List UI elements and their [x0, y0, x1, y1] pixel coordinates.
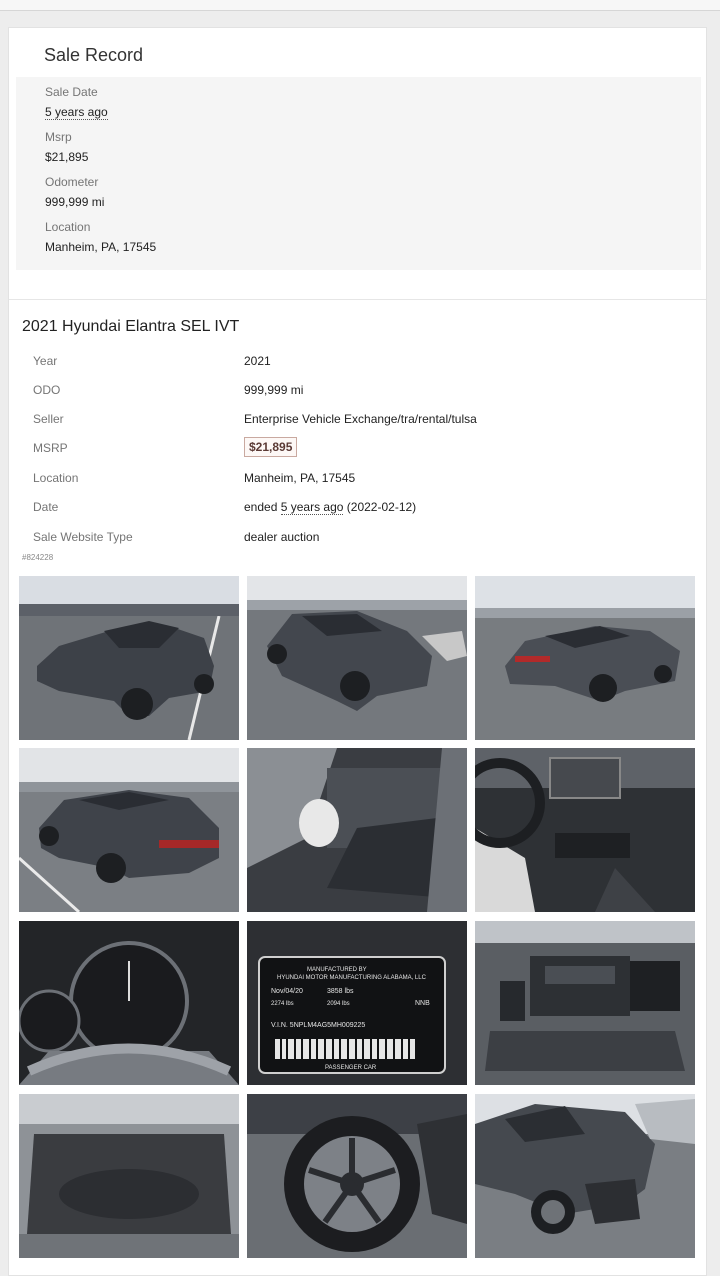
car-photo-icon — [475, 1094, 695, 1258]
date-absolute: (2022-02-12) — [346, 500, 417, 514]
spec-label: ODO — [33, 383, 61, 397]
vin-label-vin: V.I.N. 5NPLM4AG5MH009225 — [271, 1022, 365, 1029]
car-photo-icon — [19, 1094, 239, 1258]
vin-label-rear: 2094 lbs — [327, 1001, 350, 1007]
date-prefix: ended — [244, 500, 278, 514]
sale-record-card: Sale Record Sale Date 5 years ago Msrp $… — [8, 27, 707, 1276]
car-photo-icon — [475, 921, 695, 1085]
car-photo-icon — [247, 1094, 467, 1258]
odometer-field: Odometer 999,999 mi — [45, 175, 104, 209]
spec-label: Seller — [33, 412, 64, 426]
photo-engine-bay[interactable] — [475, 921, 695, 1085]
car-photo-icon — [247, 576, 467, 740]
car-photo-icon: MANUFACTURED BY HYUNDAI MOTOR MANUFACTUR… — [247, 921, 467, 1085]
photo-front-right-damage[interactable] — [247, 576, 467, 740]
spec-row-odo: ODO 999,999 mi — [9, 383, 706, 401]
sale-date-value[interactable]: 5 years ago — [45, 105, 108, 120]
sale-record-title: Sale Record — [44, 45, 144, 65]
photo-vin-label[interactable]: MANUFACTURED BY HYUNDAI MOTOR MANUFACTUR… — [247, 921, 467, 1085]
date-relative[interactable]: 5 years ago — [280, 500, 344, 515]
odometer-value: 999,999 mi — [45, 195, 105, 209]
spec-row-seller: Seller Enterprise Vehicle Exchange/tra/r… — [9, 412, 706, 430]
spec-row-msrp: MSRP $21,895 — [9, 437, 706, 459]
photo-trunk[interactable] — [19, 1094, 239, 1258]
car-photo-icon — [19, 921, 239, 1085]
photo-rear-right[interactable] — [475, 576, 695, 740]
msrp-badge: $21,895 — [244, 437, 298, 457]
location-field: Location Manheim, PA, 17545 — [45, 220, 156, 254]
spec-value: 999,999 mi — [244, 383, 304, 397]
spec-label: Sale Website Type — [33, 530, 133, 544]
spec-label: Date — [33, 500, 59, 514]
spec-value: Manheim, PA, 17545 — [244, 471, 356, 485]
vehicle-title: 2021 Hyundai Elantra SEL IVT — [22, 318, 240, 335]
listing-id: #824228 — [22, 553, 54, 562]
photo-rear-left[interactable] — [19, 748, 239, 912]
spec-value: Enterprise Vehicle Exchange/tra/rental/t… — [244, 412, 477, 426]
odometer-label: Odometer — [45, 175, 99, 189]
photo-front-left-damage[interactable] — [19, 576, 239, 740]
spec-row-location: Location Manheim, PA, 17545 — [9, 471, 706, 489]
msrp-field: Msrp $21,895 — [45, 130, 88, 164]
photo-interior-driver-airbag[interactable] — [247, 748, 467, 912]
spec-row-year: Year 2021 — [9, 354, 706, 372]
sale-record-fields: Sale Date 5 years ago Msrp $21,895 Odome… — [16, 77, 701, 270]
spec-label: Location — [33, 471, 79, 485]
vin-label-line2: HYUNDAI MOTOR MANUFACTURING ALABAMA, LLC — [277, 975, 427, 981]
vin-label-trim: NNB — [415, 1000, 430, 1007]
spec-row-sale-website-type: Sale Website Type dealer auction — [9, 530, 706, 548]
car-photo-icon — [475, 576, 695, 740]
spec-row-date: Date ended 5 years ago (2022-02-12) — [9, 500, 706, 518]
sale-date-field: Sale Date 5 years ago — [45, 85, 108, 120]
msrp-label: Msrp — [45, 130, 72, 144]
location-label: Location — [45, 220, 91, 234]
sale-date-label: Sale Date — [45, 85, 98, 99]
location-value: Manheim, PA, 17545 — [45, 240, 157, 254]
section-divider — [9, 299, 706, 300]
spec-value-date: ended 5 years ago (2022-02-12) — [244, 500, 417, 515]
car-photo-icon — [247, 748, 467, 912]
spec-value: dealer auction — [244, 530, 320, 544]
spec-value: 2021 — [244, 354, 271, 368]
photo-wheel-tire[interactable] — [247, 1094, 467, 1258]
vin-label-gvwr: 3858 lbs — [327, 988, 354, 995]
car-photo-icon — [475, 748, 695, 912]
car-photo-icon — [19, 748, 239, 912]
photo-dashboard-console[interactable] — [475, 748, 695, 912]
top-bar — [0, 0, 720, 11]
spec-label: MSRP — [33, 441, 68, 455]
vin-label-date: Nov/04/20 — [271, 988, 303, 995]
vin-label-front: 2274 lbs — [271, 1001, 294, 1007]
vin-label-line1: MANUFACTURED BY — [307, 967, 367, 973]
vin-label-type: PASSENGER CAR — [325, 1065, 377, 1071]
photo-instrument-cluster[interactable] — [19, 921, 239, 1085]
msrp-value: $21,895 — [45, 150, 89, 164]
spec-label: Year — [33, 354, 58, 368]
car-photo-icon — [19, 576, 239, 740]
photo-front-left-closeup[interactable] — [475, 1094, 695, 1258]
